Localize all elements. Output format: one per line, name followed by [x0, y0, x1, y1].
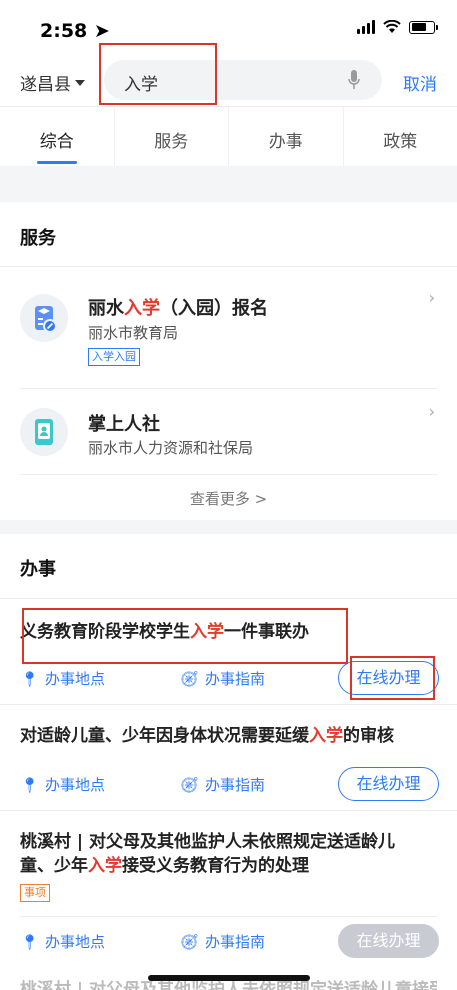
chevron-right-icon: › — [428, 402, 435, 421]
home-indicator[interactable] — [148, 975, 310, 981]
map-pin-icon: 📍︎ — [20, 669, 40, 688]
divider — [0, 598, 457, 599]
section-gap — [0, 166, 457, 202]
tab-policy[interactable]: 政策 — [342, 107, 457, 166]
compass-icon: 🧭︎ — [180, 669, 200, 688]
guide-link[interactable]: 🧭︎ 办事指南 — [180, 668, 265, 689]
map-pin-icon: 📍︎ — [20, 932, 40, 951]
search-row: 遂昌县 入学 取消 — [0, 56, 457, 106]
active-tab-indicator — [37, 161, 77, 164]
online-apply-button: 在线办理 — [338, 924, 439, 958]
location-link[interactable]: 📍︎ 办事地点 — [20, 931, 105, 952]
microphone-icon[interactable] — [348, 70, 360, 90]
chevron-right-icon: › — [428, 288, 435, 307]
location-link[interactable]: 📍︎ 办事地点 — [20, 774, 105, 795]
divider — [20, 474, 437, 475]
affair-title[interactable]: 对适龄儿童、少年因身体状况需要延缓入学的审核 — [20, 724, 394, 748]
tab-services[interactable]: 服务 — [113, 107, 229, 166]
location-arrow-icon: ➤ — [93, 20, 110, 42]
tab-comprehensive[interactable]: 综合 — [0, 107, 114, 166]
compass-icon: 🧭︎ — [180, 932, 200, 951]
section-gap — [0, 520, 457, 534]
item-tag: 事项 — [20, 884, 50, 902]
location-selector[interactable]: 遂昌县 — [20, 70, 85, 95]
battery-icon — [409, 20, 438, 34]
status-time: 2:58 ➤ — [40, 20, 110, 42]
services-section-title: 服务 — [20, 228, 56, 249]
divider — [20, 388, 437, 389]
signal-icon — [357, 20, 375, 34]
status-bar: 2:58 ➤ — [0, 0, 457, 56]
guide-link[interactable]: 🧭︎ 办事指南 — [180, 931, 265, 952]
wifi-icon — [383, 20, 401, 33]
cancel-button[interactable]: 取消 — [403, 70, 437, 95]
service-tag: 入学入园 — [88, 348, 140, 366]
divider — [0, 266, 457, 267]
annotation-box-search — [99, 43, 217, 105]
affairs-section-title: 办事 — [20, 559, 56, 580]
location-link[interactable]: 📍︎ 办事地点 — [20, 668, 105, 689]
map-pin-icon: 📍︎ — [20, 775, 40, 794]
view-more-link[interactable]: 查看更多 > — [0, 488, 457, 509]
dropdown-triangle-icon — [75, 79, 85, 86]
affair-title[interactable]: 桃溪村 | 对父母及其他监护人未依照规定送适龄儿 童、少年入学接受义务教育行为的… — [20, 830, 395, 878]
tab-bar: 综合 服务 办事 政策 — [0, 106, 457, 166]
guide-link[interactable]: 🧭︎ 办事指南 — [180, 774, 265, 795]
education-icon — [20, 294, 68, 342]
tab-affairs[interactable]: 办事 — [228, 107, 343, 166]
service-title: 丽水入学（入园）报名 — [88, 298, 268, 319]
divider — [20, 916, 437, 917]
divider — [0, 810, 457, 811]
divider — [0, 704, 457, 705]
service-department: 丽水市教育局 — [88, 324, 179, 342]
online-apply-button[interactable]: 在线办理 — [338, 767, 439, 801]
service-department: 丽水市人力资源和社保局 — [88, 439, 254, 457]
annotation-box-button — [350, 656, 435, 700]
location-label: 遂昌县 — [20, 75, 71, 95]
status-icons — [357, 20, 438, 34]
compass-icon: 🧭︎ — [180, 775, 200, 794]
social-security-icon — [20, 408, 68, 456]
service-title: 掌上人社 — [88, 414, 160, 435]
annotation-box-title — [22, 608, 348, 664]
